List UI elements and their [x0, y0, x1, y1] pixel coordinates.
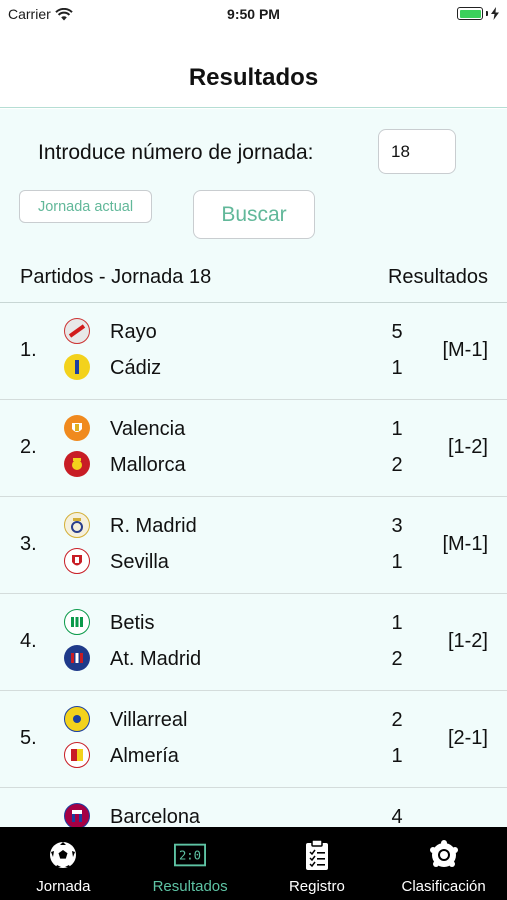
- home-team-name: Rayo: [110, 321, 157, 343]
- scoreboard-icon: 2:0: [174, 839, 207, 871]
- away-team-name: Sevilla: [110, 551, 169, 573]
- sevilla-crest-icon: [64, 548, 90, 574]
- away-team-name: Mallorca: [110, 454, 186, 476]
- results-header-label: Resultados: [387, 266, 488, 288]
- laliga-badge-icon: [428, 839, 460, 871]
- away-team-name: At. Madrid: [110, 648, 202, 670]
- matches-header-label: Partidos - Jornada 18: [20, 266, 212, 288]
- battery-indicator: [457, 7, 499, 20]
- home-team-name: Valencia: [110, 418, 186, 440]
- home-score: 1: [391, 418, 403, 440]
- prediction-result: [M-1]: [442, 533, 488, 555]
- rayo-crest-icon: [64, 318, 90, 344]
- tab-label: Clasificación: [401, 878, 486, 895]
- mallorca-crest-icon: [64, 451, 90, 477]
- home-score: 4: [391, 806, 403, 827]
- home-score: 1: [391, 612, 403, 634]
- prediction-result: [1-2]: [447, 436, 488, 458]
- real-madrid-crest-icon: [64, 512, 90, 538]
- betis-crest-icon: [64, 609, 90, 635]
- barcelona-crest-icon: [64, 803, 90, 827]
- home-team-name: Betis: [110, 612, 155, 634]
- jornada-prompt-label: Introduce número de jornada:: [38, 141, 314, 164]
- tab-label: Registro: [288, 878, 345, 895]
- away-score: 1: [391, 357, 403, 379]
- match-number: 4.: [20, 630, 37, 652]
- home-score: 2: [391, 709, 403, 731]
- match-row[interactable]: 3. R. Madrid Sevilla 3 1 [M-1]: [0, 497, 507, 594]
- clipboard-icon: [301, 839, 333, 871]
- jornada-number-input[interactable]: [378, 129, 456, 174]
- home-team-name: Villarreal: [110, 709, 188, 731]
- match-row[interactable]: 4. Betis At. Madrid 1 2 [1-2]: [0, 594, 507, 691]
- atletico-madrid-crest-icon: [64, 645, 90, 671]
- home-team-name: Barcelona: [110, 806, 201, 827]
- match-row[interactable]: 5. Villarreal Almería 2 1 [2-1]: [0, 691, 507, 788]
- charging-bolt-icon: [491, 7, 499, 20]
- away-team-name: Almería: [110, 745, 179, 767]
- away-score: 1: [391, 745, 403, 767]
- match-row[interactable]: Barcelona 4: [0, 788, 507, 827]
- jornada-actual-button[interactable]: Jornada actual: [19, 190, 152, 223]
- away-score: 2: [391, 648, 403, 670]
- list-header: Partidos - Jornada 18 Resultados: [0, 263, 507, 303]
- match-number: 5.: [20, 727, 37, 749]
- prediction-result: [M-1]: [442, 339, 488, 361]
- home-score: 5: [391, 321, 403, 343]
- match-number: 3.: [20, 533, 37, 555]
- battery-icon: [457, 7, 483, 20]
- tab-label: Jornada: [36, 878, 91, 895]
- tab-registro[interactable]: Registro: [254, 827, 381, 900]
- tab-clasificacion[interactable]: Clasificación: [380, 827, 507, 900]
- page-title: Resultados: [188, 64, 319, 91]
- soccer-ball-icon: [47, 839, 79, 871]
- cadiz-crest-icon: [64, 354, 90, 380]
- almeria-crest-icon: [64, 742, 90, 768]
- buscar-button[interactable]: Buscar: [193, 190, 315, 239]
- away-team-name: Cádiz: [110, 357, 162, 379]
- away-score: 2: [391, 454, 403, 476]
- away-score: 1: [391, 551, 403, 573]
- match-number: 1.: [20, 339, 37, 361]
- tab-jornada[interactable]: Jornada: [0, 827, 127, 900]
- match-row[interactable]: 1. Rayo Cádiz 5 1 [M-1]: [0, 303, 507, 400]
- status-bar: Carrier 9:50 PM: [0, 0, 507, 30]
- clock: 9:50 PM: [227, 6, 280, 22]
- prediction-result: [2-1]: [447, 727, 488, 749]
- tab-bar: Jornada 2:0 Resultados Registro Clasific…: [0, 827, 507, 900]
- matches-list[interactable]: 1. Rayo Cádiz 5 1 [M-1] 2. Valencia Mall…: [0, 303, 507, 827]
- match-row[interactable]: 2. Valencia Mallorca 1 2 [1-2]: [0, 400, 507, 497]
- navigation-bar: Resultados: [0, 30, 507, 108]
- svg-text:2:0: 2:0: [179, 849, 201, 863]
- home-team-name: R. Madrid: [110, 515, 197, 537]
- results-content: Introduce número de jornada: Jornada act…: [0, 109, 507, 827]
- home-score: 3: [391, 515, 403, 537]
- villarreal-crest-icon: [64, 706, 90, 732]
- tab-resultados[interactable]: 2:0 Resultados: [127, 827, 254, 900]
- valencia-crest-icon: [64, 415, 90, 441]
- prediction-result: [1-2]: [447, 630, 488, 652]
- match-number: 2.: [20, 436, 37, 458]
- tab-label: Resultados: [152, 878, 228, 895]
